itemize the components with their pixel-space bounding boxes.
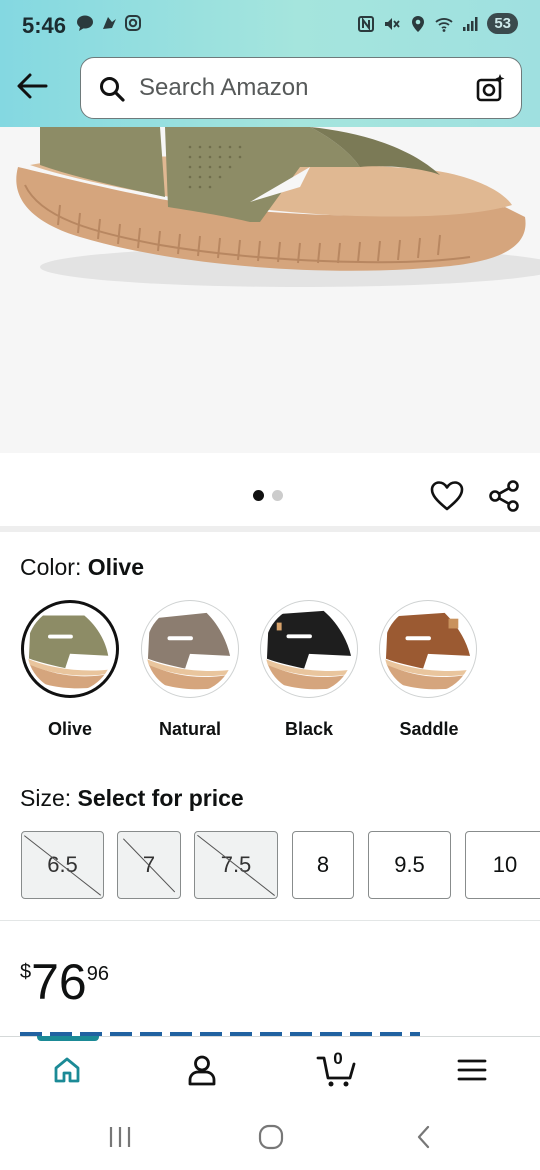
cart-count: 0 [333,1049,343,1068]
size-option-7-5[interactable]: 7.5 [194,831,278,899]
section-divider [0,920,540,921]
olive-sandal-thumb [27,615,113,689]
carousel-dot[interactable] [272,490,283,501]
nav-menu[interactable] [427,1037,517,1103]
app-header: 5:46 53 [0,0,540,127]
search-icon [100,77,125,102]
swatch-label-black: Black [284,719,334,739]
location-icon [412,15,425,32]
selected-color: Olive [87,554,145,580]
nav-home[interactable] [22,1037,112,1103]
price-symbol: $ [20,961,32,983]
size-option-9-5[interactable]: 9.5 [368,831,451,899]
menu-icon [457,1059,487,1081]
image-toolbar [0,453,540,528]
bottom-nav: 0 [0,1036,540,1102]
chat-icon [77,15,93,31]
size-prompt: Select for price [77,785,244,811]
system-nav-bar [0,1102,540,1170]
bird-icon [103,17,116,29]
camera-search-icon[interactable] [475,72,507,104]
price-whole: 76 [31,954,87,1010]
size-option-7[interactable]: 7 [117,831,181,899]
battery-level: 53 [487,13,518,34]
home-icon [54,1057,80,1083]
swatch-black[interactable] [260,600,358,698]
system-back-button[interactable] [404,1120,444,1154]
size-option-8[interactable]: 8 [292,831,354,899]
nav-cart[interactable]: 0 [292,1037,382,1103]
product-image[interactable] [0,127,540,453]
sandal-image [16,127,540,287]
signal-icon [463,16,478,31]
person-icon [188,1055,216,1086]
share-icon[interactable] [487,479,521,513]
swatch-label-saddle: Saddle [399,719,459,739]
status-bar: 5:46 53 [0,0,540,50]
swatch-label-natural: Natural [158,719,221,739]
swatch-label-olive: Olive [47,719,93,739]
home-circle-icon [258,1124,284,1150]
status-time: 5:46 [22,13,67,38]
instagram-icon [125,15,141,31]
size-label: Size: Select for price [20,785,244,811]
nav-account[interactable] [157,1037,247,1103]
size-option-10[interactable]: 10 [465,831,540,899]
nfc-icon [358,15,375,32]
search-bar[interactable] [80,57,522,119]
chevron-left-icon [417,1125,430,1149]
price: $ 76 96 [20,955,109,1009]
swatch-natural[interactable] [141,600,239,698]
size-option-6-5[interactable]: 6.5 [21,831,104,899]
arrow-left-icon [17,73,48,99]
black-sandal-thumb [265,610,353,690]
saddle-sandal-thumb [384,612,472,690]
wifi-icon [435,17,453,32]
price-fraction: 96 [86,963,109,985]
mute-icon [385,17,401,30]
home-button[interactable] [251,1120,291,1154]
carousel-dots[interactable] [253,490,283,501]
carousel-dot[interactable] [253,490,264,501]
recents-icon [109,1127,131,1147]
color-label: Color: Olive [20,554,145,580]
recent-apps-button[interactable] [100,1120,140,1154]
heart-icon[interactable] [430,480,464,512]
swatch-saddle[interactable] [379,600,477,698]
back-button[interactable] [14,70,50,102]
swatch-olive[interactable] [21,600,119,698]
search-input[interactable] [139,58,459,118]
natural-sandal-thumb [146,612,234,690]
section-divider [0,526,540,532]
